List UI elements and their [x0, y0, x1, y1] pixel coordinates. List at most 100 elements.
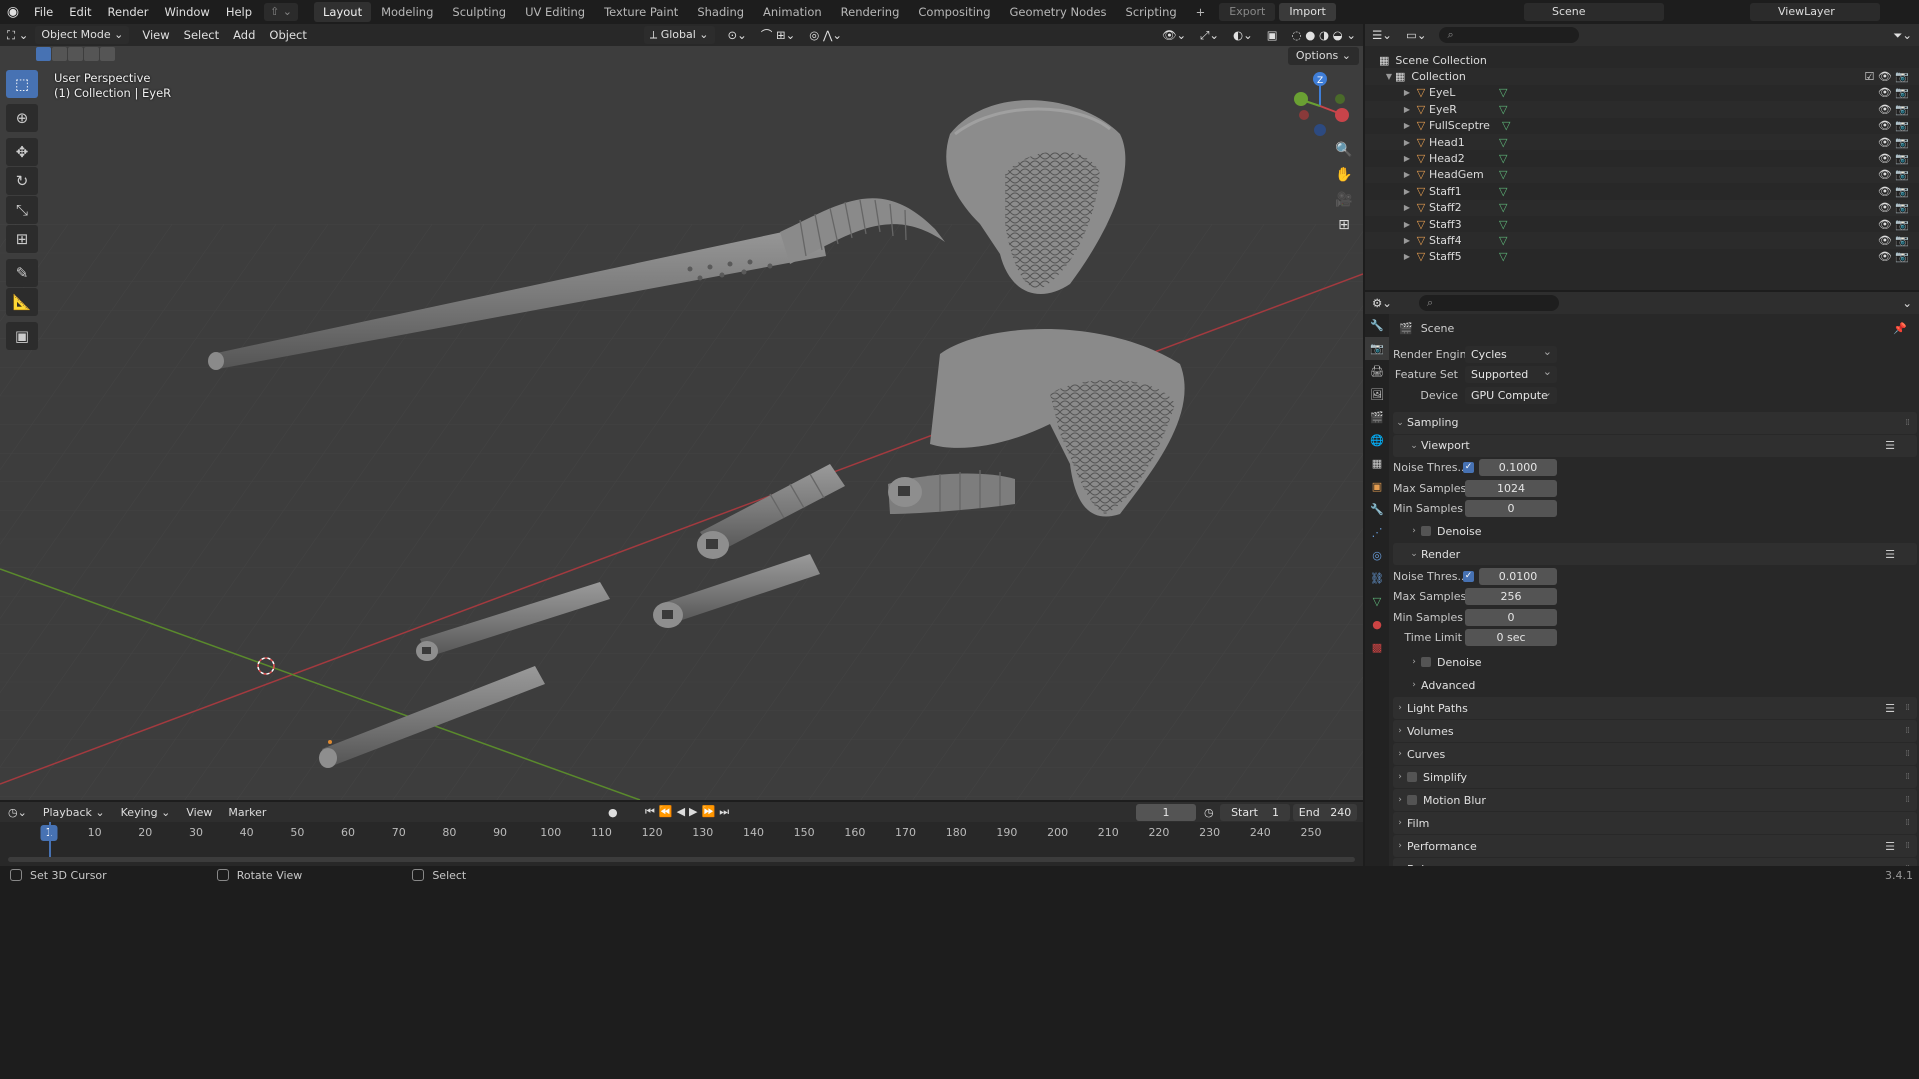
- move-tool-icon[interactable]: ✥: [6, 138, 38, 166]
- scale-tool-icon[interactable]: ⤡: [6, 196, 38, 224]
- outliner-item-headgem[interactable]: ▶ ▽ HeadGem ▽ 👁 📷: [1365, 166, 1919, 184]
- mesh-data-icon[interactable]: ▽: [1499, 234, 1507, 247]
- ortho-grid-icon[interactable]: ⊞: [1333, 213, 1355, 237]
- render-presets-icon[interactable]: ☰: [1885, 548, 1895, 561]
- render-engine-dropdown[interactable]: Cycles: [1465, 343, 1557, 363]
- mesh-data-icon[interactable]: ▽: [1499, 168, 1507, 181]
- snap-icon[interactable]: ⌒ ⊞⌄: [754, 27, 802, 43]
- outliner-item-staff2[interactable]: ▶ ▽ Staff2 ▽ 👁 📷: [1365, 199, 1919, 216]
- render-subsection[interactable]: ⌄ Render ☰: [1393, 543, 1917, 565]
- blender-logo-icon[interactable]: ◉: [0, 0, 26, 24]
- outliner-item-head1[interactable]: ▶ ▽ Head1 ▽ 👁 📷: [1365, 133, 1919, 151]
- scene-collection-row[interactable]: ▦ Scene Collection: [1365, 52, 1919, 68]
- add-workspace-icon[interactable]: +: [1187, 2, 1215, 22]
- render-denoise-section[interactable]: › Denoise: [1393, 651, 1917, 673]
- mode-dropdown[interactable]: Object Mode ⌄: [35, 26, 130, 44]
- texture-tab-icon[interactable]: ▩: [1365, 636, 1389, 659]
- tab-rendering[interactable]: Rendering: [832, 2, 909, 22]
- tab-animation[interactable]: Animation: [754, 2, 831, 22]
- clock-icon[interactable]: ◷: [1204, 806, 1214, 819]
- physics-tab-icon[interactable]: ◎: [1365, 544, 1389, 567]
- orientation-dropdown[interactable]: ⟂ Global ⌄: [643, 26, 715, 44]
- shading-modes-icon[interactable]: ◌ ● ◑ ◒ ⌄: [1285, 28, 1363, 42]
- pan-hand-icon[interactable]: ✋: [1333, 163, 1355, 187]
- performance-section[interactable]: › Performance ☰ ⁞⁞: [1393, 835, 1917, 857]
- viewport-noise-checkbox[interactable]: ✓: [1463, 462, 1474, 474]
- collection-row[interactable]: ▼ ▦ Collection ☑ 👁 📷: [1365, 68, 1919, 85]
- add-cube-tool-icon[interactable]: ▣: [6, 322, 38, 350]
- mesh-data-icon[interactable]: ▽: [1499, 185, 1507, 198]
- menu-render[interactable]: Render: [100, 0, 157, 24]
- tab-sculpting[interactable]: Sculpting: [443, 2, 515, 22]
- film-section[interactable]: › Film ⁞⁞: [1393, 812, 1917, 834]
- row-toggles[interactable]: 👁 📷: [1878, 86, 1909, 99]
- viewport-noise-field[interactable]: 0.1000: [1479, 459, 1557, 477]
- mesh-data-icon[interactable]: ▽: [1499, 218, 1507, 231]
- playback-controls[interactable]: ⏮⏪◀▶⏩⏭: [645, 805, 733, 819]
- outliner-item-eyer[interactable]: ▶ ▽ EyeR ▽ 👁 📷: [1365, 101, 1919, 118]
- menu-object[interactable]: Object: [262, 28, 313, 42]
- curves-section[interactable]: › Curves ⁞⁞: [1393, 743, 1917, 765]
- select-box-tool-icon[interactable]: ⬚: [6, 70, 38, 98]
- outliner-item-eyel[interactable]: ▶ ▽ EyeL ▽ 👁 📷: [1365, 85, 1919, 101]
- light-paths-section[interactable]: › Light Paths ☰ ⁞⁞: [1393, 697, 1917, 719]
- expand-icon[interactable]: ▶: [1401, 154, 1413, 163]
- object-tab-icon[interactable]: ▣: [1365, 475, 1389, 498]
- outliner-item-head2[interactable]: ▶ ▽ Head2 ▽ 👁 📷: [1365, 150, 1919, 166]
- scene-selector[interactable]: Scene: [1524, 3, 1664, 21]
- timeline-scrollbar[interactable]: [8, 857, 1355, 862]
- tab-scripting[interactable]: Scripting: [1117, 2, 1186, 22]
- properties-editor-icon[interactable]: ⚙⌄: [1365, 296, 1399, 310]
- row-toggles[interactable]: 👁 📷: [1878, 103, 1909, 116]
- world-tab-icon[interactable]: 🌐: [1365, 429, 1389, 452]
- end-frame-field[interactable]: End 240: [1293, 804, 1357, 821]
- material-tab-icon[interactable]: ●: [1365, 613, 1389, 636]
- playhead-line[interactable]: [49, 822, 51, 860]
- current-frame-field[interactable]: 1: [1136, 804, 1196, 821]
- expand-icon[interactable]: ▶: [1401, 187, 1413, 196]
- pivot-icon[interactable]: ⊙⌄: [721, 28, 754, 42]
- expand-icon[interactable]: ▶: [1401, 252, 1413, 261]
- scene-tab-icon[interactable]: 🎬: [1365, 406, 1389, 429]
- simplify-checkbox[interactable]: [1407, 772, 1417, 782]
- proportional-edit-icon[interactable]: ◎ ⋀⌄: [802, 28, 849, 42]
- pin-icon[interactable]: 📌: [1893, 322, 1907, 335]
- time-limit-field[interactable]: 0 sec: [1465, 629, 1557, 647]
- presets-icon[interactable]: ☰: [1885, 439, 1895, 452]
- frame-ruler[interactable]: 1102030405060708090100110120130140150160…: [0, 822, 1363, 844]
- mesh-data-icon[interactable]: ▽: [1499, 86, 1507, 99]
- mesh-data-icon[interactable]: ▽: [1499, 103, 1507, 116]
- viewport-subsection[interactable]: ⌄ Viewport ☰: [1393, 434, 1917, 457]
- render-min-field[interactable]: 0: [1465, 608, 1557, 626]
- light-paths-presets-icon[interactable]: ☰: [1885, 702, 1895, 715]
- row-toggles[interactable]: 👁 📷: [1878, 119, 1909, 132]
- menu-file[interactable]: File: [26, 0, 61, 24]
- select-mode-buttons[interactable]: [36, 47, 115, 63]
- row-toggles[interactable]: 👁 📷: [1878, 152, 1909, 165]
- particles-tab-icon[interactable]: ⋰: [1365, 521, 1389, 544]
- simplify-section[interactable]: › Simplify ⁞⁞: [1393, 766, 1917, 788]
- menu-timeline-view[interactable]: View: [178, 806, 220, 819]
- tab-compositing[interactable]: Compositing: [909, 2, 999, 22]
- expand-icon[interactable]: ▶: [1401, 220, 1413, 229]
- row-toggles[interactable]: 👁 📷: [1878, 201, 1909, 214]
- collection-tab-icon[interactable]: ▦: [1365, 452, 1389, 475]
- editor-type-icon[interactable]: ⛶ ⌄: [0, 28, 35, 43]
- render-max-field[interactable]: 256: [1465, 588, 1557, 606]
- render-denoise-checkbox[interactable]: [1421, 657, 1431, 667]
- record-icon[interactable]: ●: [608, 806, 618, 819]
- import-button[interactable]: Import: [1279, 3, 1336, 21]
- menu-select[interactable]: Select: [177, 28, 226, 42]
- expand-icon[interactable]: ▶: [1401, 170, 1413, 179]
- menu-marker[interactable]: Marker: [220, 806, 274, 819]
- feature-set-dropdown[interactable]: Supported: [1465, 363, 1557, 384]
- row-toggles[interactable]: 👁 📷: [1878, 218, 1909, 231]
- row-toggles[interactable]: 👁 📷: [1878, 185, 1909, 198]
- outliner-search-input[interactable]: ⌕: [1439, 27, 1580, 43]
- workspace-menu-icon[interactable]: ⇧ ⌄: [264, 3, 298, 21]
- render-tab-icon[interactable]: 📷: [1365, 337, 1389, 360]
- row-toggles[interactable]: ☑ 👁 📷: [1864, 70, 1909, 83]
- transform-tool-icon[interactable]: ⊞: [6, 225, 38, 253]
- expand-icon[interactable]: ▶: [1401, 203, 1413, 212]
- overlay-toggle-icon[interactable]: ◐⌄: [1226, 28, 1260, 42]
